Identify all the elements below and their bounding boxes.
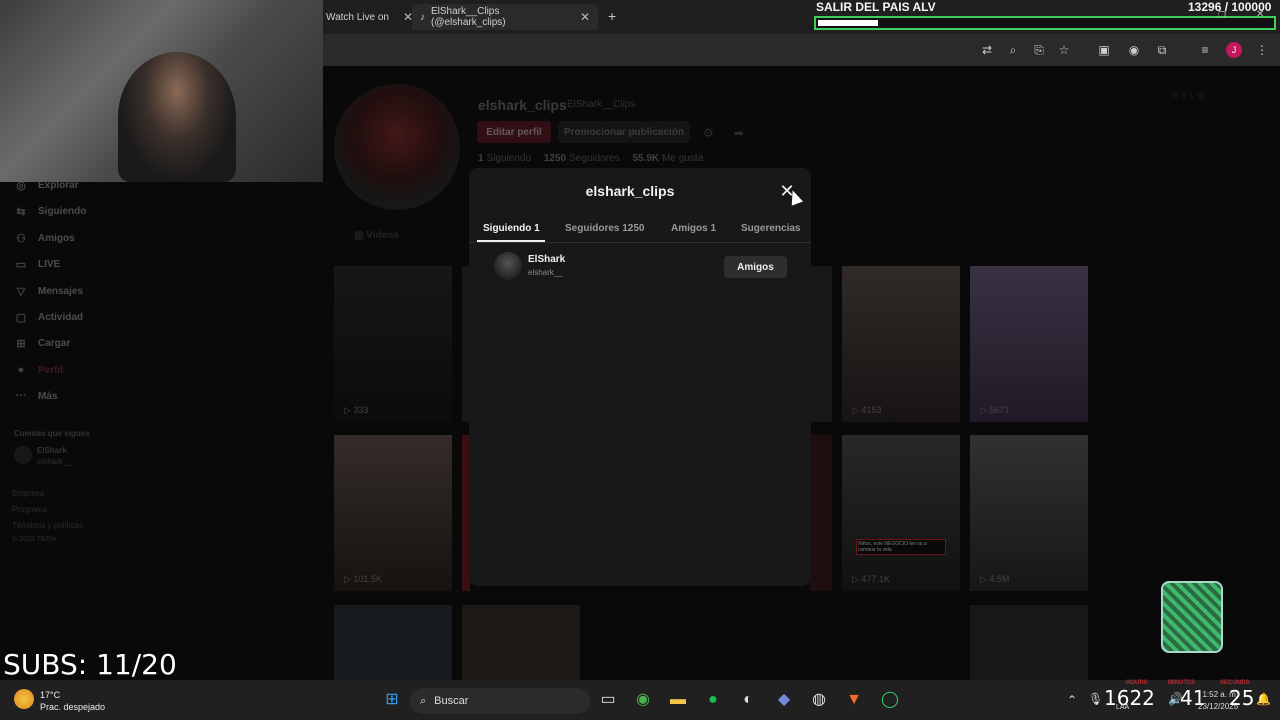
new-tab-button[interactable]: + <box>608 8 616 24</box>
tab-following[interactable]: Siguiendo 1 <box>483 223 540 234</box>
chevron-up-icon[interactable]: ⌃ <box>1062 690 1082 710</box>
subs-counter: SUBS: 11/20 <box>3 648 177 681</box>
tab-label: Watch Live on <box>326 11 389 23</box>
close-window-icon[interactable]: ✕ <box>1256 9 1264 20</box>
extension-icon[interactable]: ▣ <box>1096 42 1112 58</box>
share-icon[interactable]: ⎘ <box>1031 42 1047 58</box>
friends-button[interactable]: Amigos <box>724 256 787 278</box>
active-tab-indicator <box>477 240 545 242</box>
tabs-divider <box>469 242 811 243</box>
tab-label: ElShark__Clips (@elshark_clips) <box>431 6 506 28</box>
weather-description: Prac. despejado <box>40 702 106 712</box>
task-view-icon[interactable]: ▭ <box>598 690 618 710</box>
language-indicator: LAA <box>1116 704 1130 711</box>
avatar[interactable]: J <box>1226 42 1242 58</box>
media-icon[interactable]: ≡ <box>1197 42 1213 58</box>
tab-friends[interactable]: Amigos 1 <box>671 223 716 234</box>
windows-start-icon[interactable]: ⊞ <box>382 690 402 710</box>
tab-suggestions[interactable]: Sugerencias <box>741 223 800 234</box>
goal-progress-bar <box>814 16 1276 30</box>
goal-title: SALIR DEL PAIS ALV <box>816 0 936 14</box>
kebab-menu-icon[interactable]: ⋮ <box>1254 42 1270 58</box>
tab-watch-live[interactable]: Watch Live on ✕ <box>318 4 421 30</box>
search-label: Buscar <box>434 695 469 707</box>
obs-icon[interactable]: ◍ <box>809 690 829 710</box>
spotify-icon[interactable]: ● <box>703 690 723 710</box>
whatsapp-icon[interactable]: ◯ <box>880 690 900 710</box>
chrome-icon[interactable]: ◉ <box>633 690 653 710</box>
microphone-icon[interactable]: 🎙 <box>1088 692 1103 706</box>
tab-tiktok-profile[interactable]: ♪ ElShark__Clips (@elshark_clips) ✕ <box>412 4 598 30</box>
user-row-name[interactable]: ElShark <box>528 254 565 265</box>
file-explorer-icon[interactable]: ▬ <box>668 690 688 710</box>
user-row-handle: elshark__ <box>528 268 563 277</box>
steam-icon[interactable]: ◐ <box>738 690 758 710</box>
bookmark-star-icon[interactable]: ☆ <box>1056 42 1072 58</box>
extension-icon[interactable]: ◉ <box>1126 42 1142 58</box>
translate-icon[interactable]: ⇄ <box>979 42 995 58</box>
cup-widget <box>1161 581 1223 653</box>
timer-extra: 25 <box>1229 686 1255 710</box>
temperature: 17°C <box>40 690 61 700</box>
discord-icon[interactable]: ◆ <box>774 690 794 710</box>
zoom-icon[interactable]: ⌕ <box>1005 42 1021 58</box>
puzzle-icon[interactable]: ⧉ <box>1154 42 1170 58</box>
search-icon: ⌕ <box>420 694 427 707</box>
weather-icon[interactable] <box>14 689 34 709</box>
goal-progress-fill <box>818 20 878 26</box>
avatar[interactable] <box>494 252 522 280</box>
tab-followers[interactable]: Seguidores 1250 <box>565 223 644 234</box>
notification-bell-icon[interactable]: 🔔 <box>1256 692 1271 706</box>
weather-widget[interactable]: 17°C Prac. despejado <box>40 689 105 713</box>
close-tab-icon[interactable]: ✕ <box>580 10 590 24</box>
streamer-webcam-image <box>118 52 236 182</box>
restore-window-icon[interactable]: ❐ <box>1218 10 1226 21</box>
tiktok-icon: ♪ <box>420 11 425 23</box>
modal-title: elshark_clips <box>585 183 675 199</box>
brave-icon[interactable]: ▼ <box>844 690 864 710</box>
taskbar-search[interactable]: ⌕ Buscar <box>410 688 590 714</box>
timer-hours: 1622 <box>1104 686 1155 710</box>
